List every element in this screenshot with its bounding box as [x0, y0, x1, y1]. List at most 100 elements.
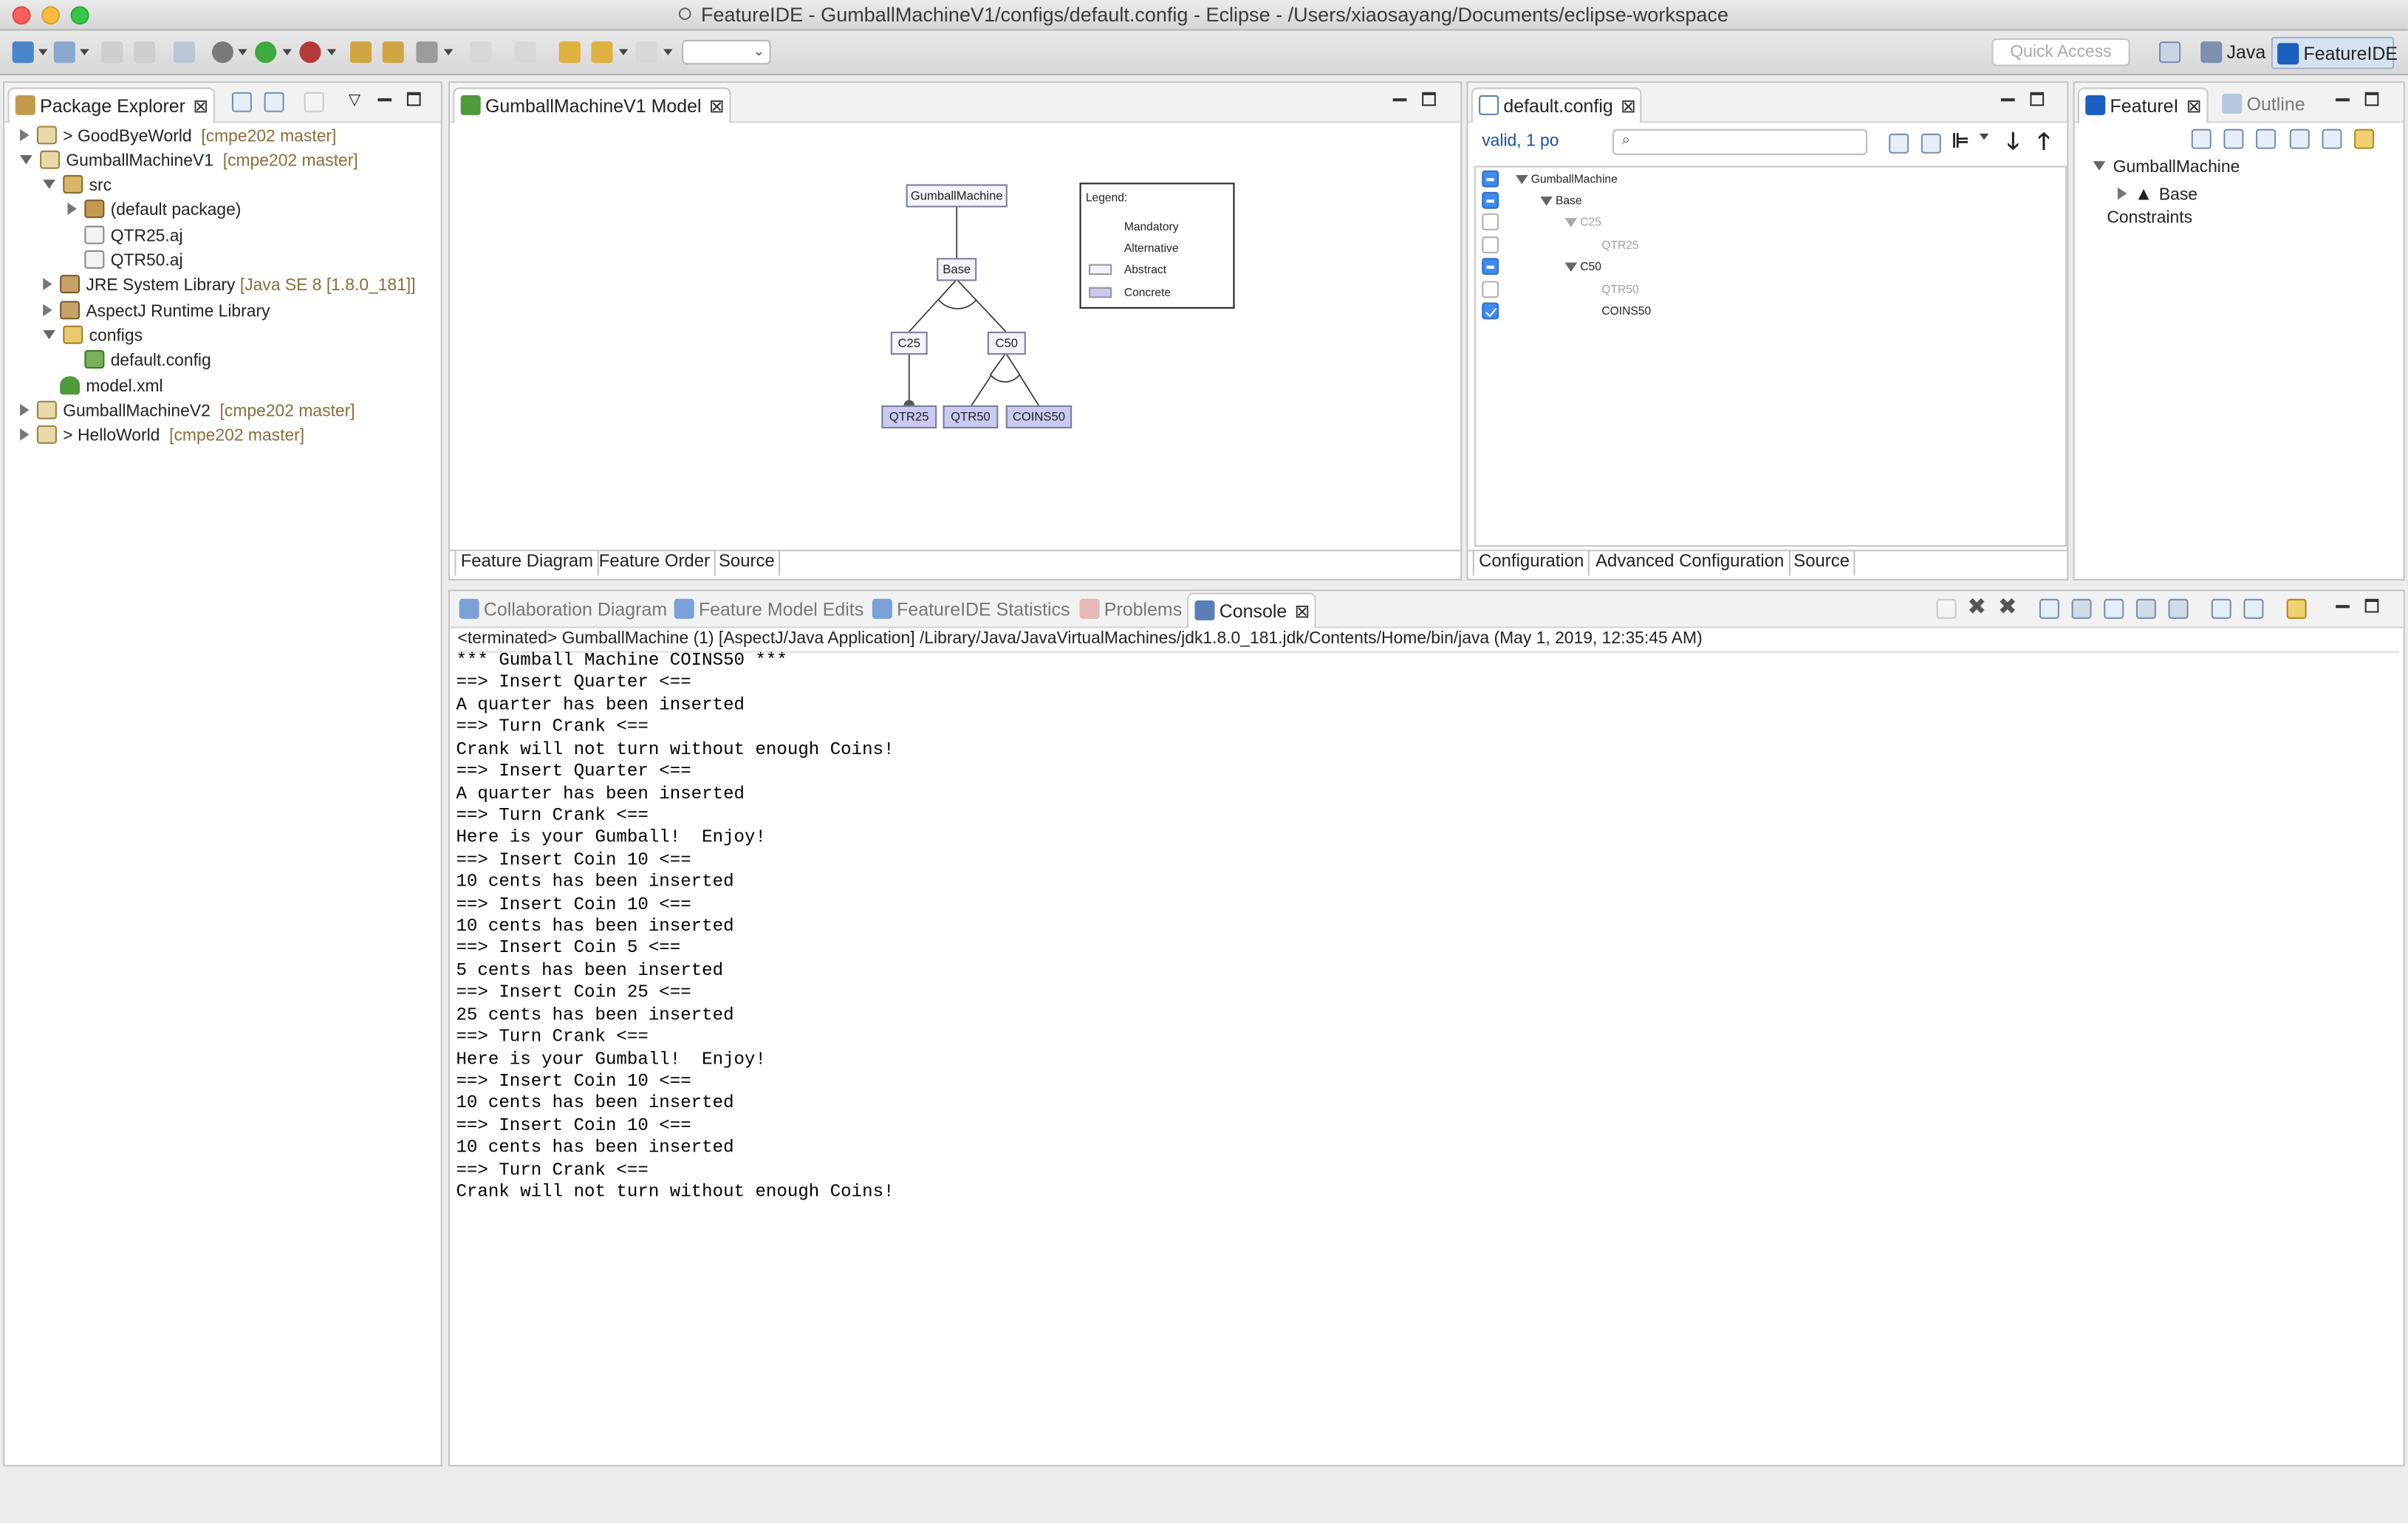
- save-all-icon[interactable]: [133, 41, 155, 64]
- arrow-down-icon[interactable]: 🡓: [2007, 126, 2019, 164]
- minimize-maximize-controls[interactable]: [2336, 92, 2379, 111]
- feature-c25[interactable]: C25: [890, 332, 928, 355]
- tab-featureide-statistics[interactable]: FeatureIDE Statistics: [866, 592, 1098, 628]
- collapse-all-icon[interactable]: [2191, 129, 2212, 149]
- tab-advanced-configuration[interactable]: Advanced Configuration: [1591, 551, 1790, 576]
- tab-package-explorer[interactable]: Package Explorer ⊠: [7, 87, 215, 123]
- minimize-maximize-controls[interactable]: [377, 92, 421, 111]
- maximize-icon[interactable]: [2364, 598, 2379, 613]
- back-icon[interactable]: [591, 41, 613, 64]
- feature-qtr25[interactable]: QTR25: [881, 405, 937, 429]
- expand-arrow-icon[interactable]: [20, 129, 30, 142]
- remove-all-terminated-icon[interactable]: ✖: [1998, 592, 2017, 620]
- tree-item-jre-system-library[interactable]: JRE System Library [Java SE 8 [1.8.0_181…: [43, 273, 416, 298]
- show-on-stderr-icon[interactable]: [2168, 598, 2189, 619]
- chevron-down-icon[interactable]: [618, 49, 629, 55]
- config-row-c25[interactable]: C25: [1476, 212, 2059, 233]
- close-icon[interactable]: ⊠: [1621, 89, 1636, 123]
- tree-item-qtr25-aj[interactable]: QTR25.aj: [67, 225, 183, 249]
- sync-icon[interactable]: [2354, 129, 2375, 149]
- config-row-gumballmachine[interactable]: GumballMachine: [1476, 169, 2059, 191]
- chevron-down-icon[interactable]: [663, 49, 673, 55]
- expand-arrow-icon[interactable]: [43, 304, 52, 317]
- config-row-c50[interactable]: C50: [1476, 256, 2059, 278]
- terminate-icon[interactable]: [1936, 598, 1957, 619]
- config-search-input[interactable]: ⌕: [1612, 129, 1868, 155]
- chevron-down-icon[interactable]: [38, 49, 48, 55]
- config-checkbox[interactable]: [1482, 302, 1499, 320]
- console-output[interactable]: *** Gumball Machine COINS50 *** ==> Inser…: [456, 651, 894, 1205]
- minimize-icon[interactable]: [377, 98, 392, 102]
- close-icon[interactable]: ⊠: [193, 89, 208, 123]
- run-icon[interactable]: [255, 41, 277, 64]
- config-checkbox[interactable]: [1482, 191, 1499, 209]
- toolbar-combo[interactable]: ⌄: [682, 40, 771, 65]
- forward-icon[interactable]: [635, 41, 657, 64]
- view-menu-icon[interactable]: ▽: [349, 92, 360, 109]
- open-resource-icon[interactable]: [382, 41, 404, 64]
- scroll-lock-icon[interactable]: [2071, 598, 2092, 619]
- collapse-arrow-icon[interactable]: [1540, 196, 1553, 206]
- hide-collapsed-icon[interactable]: [2289, 129, 2310, 149]
- pin-console-icon[interactable]: [2211, 598, 2231, 619]
- tab-default-config[interactable]: default.config ⊠: [1471, 87, 1643, 123]
- new-icon[interactable]: [12, 41, 34, 64]
- config-checkbox[interactable]: [1482, 213, 1499, 230]
- minimize-maximize-controls[interactable]: [2000, 92, 2045, 111]
- collapse-arrow-icon[interactable]: [20, 154, 33, 165]
- expand-arrow-icon[interactable]: [43, 278, 52, 290]
- outline-item-constraints[interactable]: Constraints: [2107, 206, 2192, 230]
- tab-feature-model-edits[interactable]: Feature Model Edits: [668, 592, 891, 628]
- link-with-editor-icon[interactable]: [264, 92, 284, 112]
- tree-item-qtr50-aj[interactable]: QTR50.aj: [67, 249, 183, 273]
- tree-item-goodbyeworld[interactable]: > GoodByeWorld [cmpe202 master]: [20, 124, 336, 148]
- tree-item-configs[interactable]: configs: [43, 324, 143, 349]
- gear-icon[interactable]: [211, 41, 234, 64]
- expand-all-icon[interactable]: [2223, 129, 2244, 149]
- open-console-icon[interactable]: [2286, 598, 2307, 619]
- chevron-down-icon[interactable]: [326, 49, 337, 55]
- expand-arrow-icon[interactable]: [20, 403, 30, 417]
- close-icon[interactable]: ⊠: [1295, 595, 1310, 629]
- feature-qtr50[interactable]: QTR50: [943, 405, 999, 429]
- config-checkbox[interactable]: [1482, 258, 1499, 275]
- chevron-down-icon[interactable]: [282, 49, 293, 55]
- config-row-base[interactable]: Base: [1476, 191, 2059, 212]
- minimize-icon[interactable]: [2000, 98, 2015, 102]
- remove-launch-icon[interactable]: ✖: [1967, 592, 1986, 620]
- config-checkbox[interactable]: [1482, 236, 1499, 254]
- tab-feature-order[interactable]: Feature Order: [595, 551, 716, 576]
- clear-console-icon[interactable]: [2039, 598, 2059, 619]
- sort-icon[interactable]: [2322, 129, 2342, 149]
- tab-outline[interactable]: Outline: [2216, 88, 2333, 123]
- show-on-stdout-icon[interactable]: [2135, 598, 2156, 619]
- config-checkbox[interactable]: [1482, 281, 1499, 298]
- word-wrap-icon[interactable]: [2104, 598, 2124, 619]
- minimize-icon[interactable]: [2336, 605, 2350, 609]
- feature-base[interactable]: Base: [937, 258, 977, 281]
- minimize-icon[interactable]: [2336, 98, 2350, 102]
- quick-access-input[interactable]: Quick Access: [1991, 38, 2130, 66]
- open-perspective-icon[interactable]: [2159, 41, 2181, 64]
- focus-icon[interactable]: [304, 92, 324, 112]
- search-icon[interactable]: [416, 41, 438, 64]
- collapse-arrow-icon[interactable]: [2093, 161, 2106, 171]
- open-type-icon[interactable]: [350, 41, 372, 64]
- tab-collaboration-diagram[interactable]: Collaboration Diagram: [453, 592, 694, 628]
- chevron-down-icon[interactable]: [238, 49, 247, 55]
- expand-arrow-icon[interactable]: [67, 202, 77, 216]
- last-edit-icon[interactable]: [558, 41, 581, 64]
- save-icon[interactable]: [101, 41, 123, 64]
- chevron-down-icon[interactable]: [80, 49, 89, 55]
- tab-feature-diagram[interactable]: Feature Diagram: [454, 551, 600, 576]
- collapse-arrow-icon[interactable]: [1564, 262, 1578, 272]
- maximize-icon[interactable]: [2030, 92, 2045, 106]
- config-row-qtr25[interactable]: QTR25: [1476, 235, 2059, 256]
- arrow-up-icon[interactable]: 🡑: [2038, 126, 2050, 164]
- collapse-arrow-icon[interactable]: [43, 329, 55, 340]
- tab-source[interactable]: Source: [714, 551, 781, 576]
- tree-item-default-config[interactable]: default.config: [67, 349, 211, 373]
- tree-item-model-xml[interactable]: model.xml: [43, 374, 163, 399]
- tree-item-default-package[interactable]: (default package): [67, 198, 241, 222]
- tree-item-gumballmachinev2[interactable]: GumballMachineV2 [cmpe202 master]: [20, 400, 355, 424]
